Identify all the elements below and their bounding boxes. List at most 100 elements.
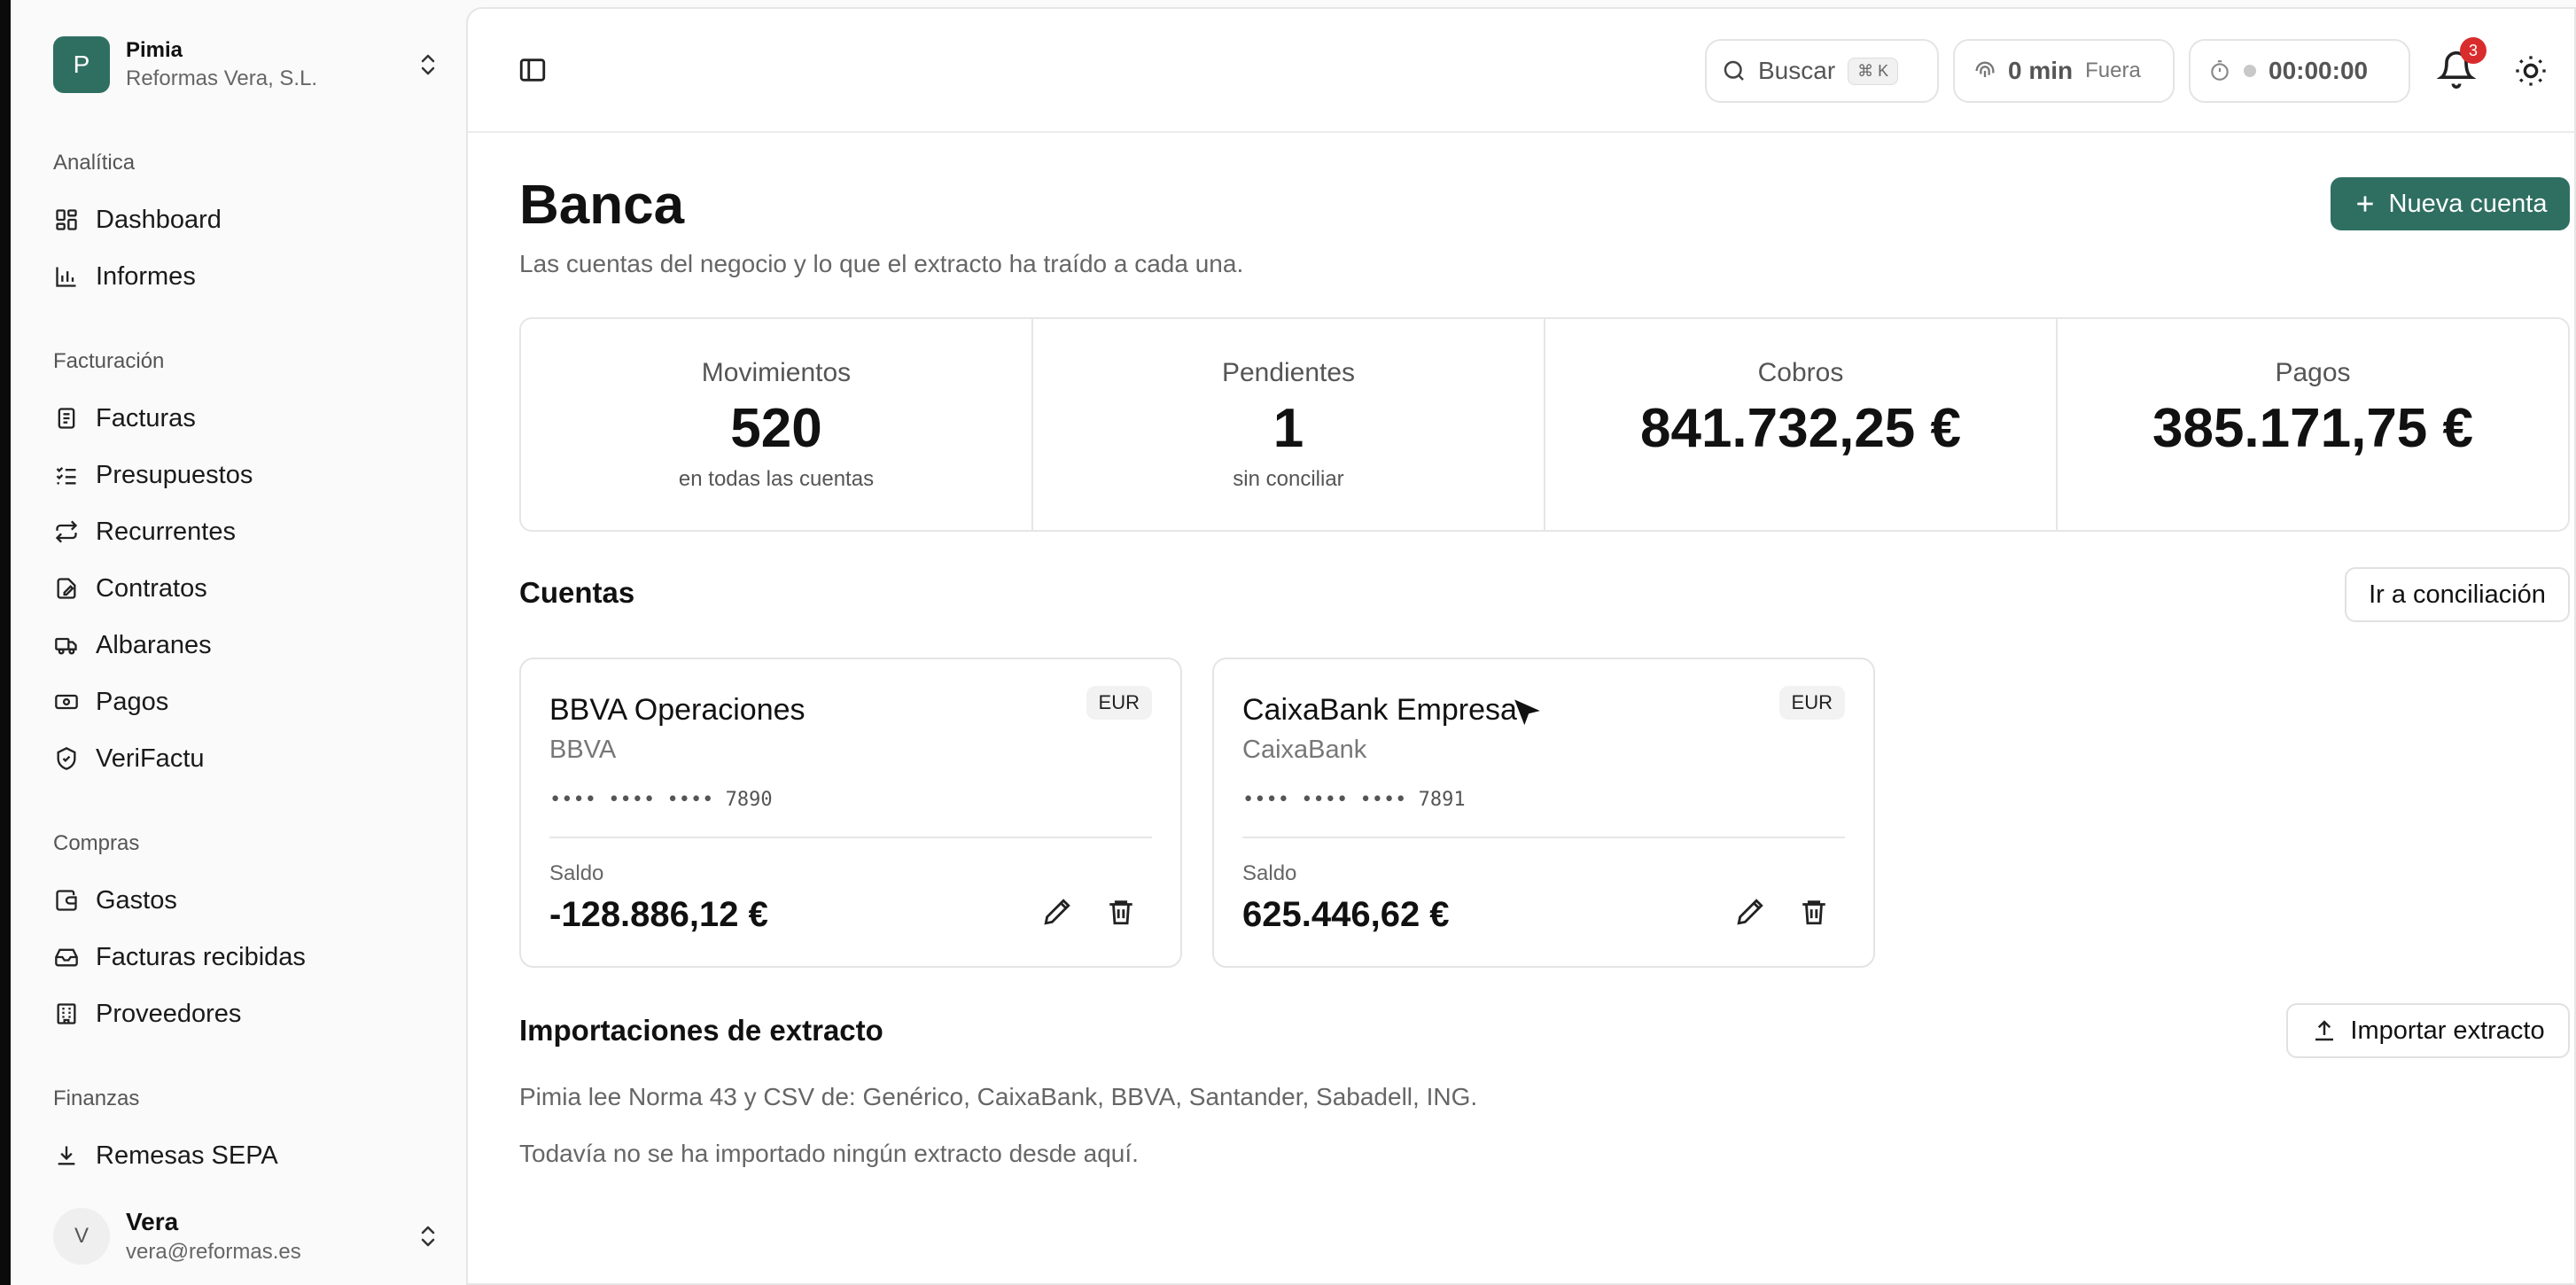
- imports-heading: Importaciones de extracto: [519, 1014, 883, 1047]
- stats-panel: Movimientos 520 en todas las cuentas Pen…: [519, 317, 2570, 532]
- notification-badge: 3: [2460, 37, 2487, 64]
- sidebar-item-presupuestos[interactable]: Presupuestos: [53, 452, 443, 498]
- stat-value: 520: [730, 397, 822, 459]
- stat-note: sin conciliar: [1233, 466, 1344, 491]
- building-icon: [53, 1001, 80, 1027]
- account-balance: -128.886,12 €: [549, 895, 768, 934]
- time-value: 0 min: [2008, 57, 2074, 84]
- search-icon: [1721, 58, 1747, 84]
- sidebar-item-label: Facturas recibidas: [96, 942, 306, 971]
- sidebar-item-remesas-sepa[interactable]: Remesas SEPA: [53, 1133, 443, 1179]
- pencil-icon[interactable]: [1042, 897, 1072, 927]
- sidebar-item-label: Presupuestos: [96, 460, 253, 489]
- page-subtitle: Las cuentas del negocio y lo que el extr…: [519, 250, 1244, 277]
- banknote-icon: [53, 689, 80, 715]
- trash-icon[interactable]: [1799, 897, 1829, 927]
- sidebar-item-label: Contratos: [96, 573, 207, 603]
- timer-status-dot: [2244, 65, 2256, 77]
- user-email: vera@reformas.es: [126, 1240, 301, 1264]
- sidebar-item-dashboard[interactable]: Dashboard: [53, 197, 443, 243]
- trash-icon[interactable]: [1106, 897, 1136, 927]
- dashboard-icon: [53, 206, 80, 233]
- page-title: Banca: [519, 175, 685, 236]
- sidebar-item-label: Proveedores: [96, 999, 242, 1028]
- topbar: Buscar ⌘ K 0 min Fuera 00:00:00 3: [468, 9, 2574, 133]
- sun-icon[interactable]: [2513, 53, 2549, 89]
- wallet-icon: [53, 887, 80, 914]
- org-company: Reformas Vera, S.L.: [126, 66, 318, 90]
- timer-value: 00:00:00: [2269, 57, 2369, 84]
- currency-badge: EUR: [1778, 686, 1845, 720]
- sidebar-item-verifactu[interactable]: VeriFactu: [53, 736, 443, 782]
- account-bank: CaixaBank: [1242, 736, 1367, 764]
- checklist-icon: [53, 462, 80, 488]
- sidebar: P Pimia Reformas Vera, S.L. Analítica Da…: [11, 0, 464, 1285]
- stat-label: Movimientos: [701, 357, 852, 387]
- plus-icon: [2354, 192, 2377, 215]
- user-name: Vera: [126, 1208, 179, 1235]
- sidebar-item-albaranes[interactable]: Albaranes: [53, 622, 443, 668]
- account-card-bbva[interactable]: BBVA Operaciones EUR BBVA •••• •••• ••••…: [519, 658, 1182, 968]
- sidebar-item-gastos[interactable]: Gastos: [53, 877, 443, 923]
- stat-pendientes: Pendientes 1 sin conciliar: [1033, 319, 1545, 530]
- divider: [1242, 837, 1845, 838]
- sidebar-toggle-icon[interactable]: [518, 55, 549, 87]
- account-balance: 625.446,62 €: [1242, 895, 1450, 934]
- sidebar-item-pagos[interactable]: Pagos: [53, 679, 443, 725]
- clock-in-button[interactable]: 0 min Fuera: [1953, 39, 2175, 103]
- sidebar-item-proveedores[interactable]: Proveedores: [53, 991, 443, 1037]
- invoice-icon: [53, 405, 80, 432]
- avatar: V: [53, 1208, 110, 1265]
- balance-label: Saldo: [549, 861, 604, 885]
- chart-icon: [53, 263, 80, 290]
- account-number: •••• •••• •••• 7890: [549, 789, 773, 811]
- stat-value: 841.732,25 €: [1639, 398, 1961, 459]
- timer-button[interactable]: 00:00:00: [2189, 39, 2410, 103]
- mouse-cursor-icon: [1508, 695, 1553, 739]
- pencil-icon[interactable]: [1735, 897, 1765, 927]
- sidebar-item-label: Albaranes: [96, 630, 212, 659]
- stopwatch-icon: [2208, 59, 2231, 82]
- main-panel: Buscar ⌘ K 0 min Fuera 00:00:00 3 Banca: [466, 7, 2576, 1285]
- app-window: P Pimia Reformas Vera, S.L. Analítica Da…: [11, 0, 2576, 1285]
- section-compras: Compras: [53, 831, 140, 855]
- fingerprint-icon: [1973, 58, 1997, 83]
- imports-empty-state: Todavía no se ha importado ningún extrac…: [519, 1140, 1139, 1167]
- sidebar-item-label: Gastos: [96, 885, 177, 915]
- download-icon: [53, 1142, 80, 1169]
- upload-icon: [2311, 1017, 2338, 1044]
- import-statement-button[interactable]: Importar extracto: [2286, 1003, 2570, 1058]
- sidebar-item-facturas[interactable]: Facturas: [53, 395, 443, 441]
- org-name: Pimia: [126, 38, 183, 62]
- chevrons-up-down-icon[interactable]: [413, 1219, 443, 1254]
- new-account-button[interactable]: Nueva cuenta: [2331, 177, 2570, 230]
- sidebar-item-recurrentes[interactable]: Recurrentes: [53, 509, 443, 555]
- shield-check-icon: [53, 745, 80, 772]
- repeat-icon: [53, 518, 80, 545]
- accounts-heading: Cuentas: [519, 576, 635, 609]
- reconcile-button[interactable]: Ir a conciliación: [2345, 567, 2570, 622]
- search-button[interactable]: Buscar ⌘ K: [1705, 39, 1939, 103]
- time-status: Fuera: [2085, 58, 2141, 82]
- balance-label: Saldo: [1242, 861, 1297, 885]
- org-logo: P: [53, 36, 110, 93]
- imports-info: Pimia lee Norma 43 y CSV de: Genérico, C…: [519, 1083, 1478, 1110]
- divider: [549, 837, 1152, 838]
- stat-value: 1: [1272, 397, 1304, 459]
- user-menu[interactable]: V Vera vera@reformas.es: [53, 1202, 443, 1271]
- stat-label: Pendientes: [1221, 357, 1356, 387]
- org-switcher[interactable]: P Pimia Reformas Vera, S.L.: [53, 35, 443, 94]
- inbox-icon: [53, 944, 80, 970]
- sidebar-item-informes[interactable]: Informes: [53, 253, 443, 300]
- sidebar-item-contratos[interactable]: Contratos: [53, 565, 443, 611]
- chevrons-up-down-icon[interactable]: [413, 47, 443, 82]
- account-name: CaixaBank Empresa: [1242, 693, 1517, 727]
- stat-label: Cobros: [1757, 358, 1844, 387]
- stat-label: Pagos: [2275, 358, 2351, 387]
- sidebar-item-label: Facturas: [96, 403, 196, 432]
- sidebar-item-facturas-recibidas[interactable]: Facturas recibidas: [53, 934, 443, 980]
- sidebar-item-label: VeriFactu: [96, 744, 205, 773]
- sidebar-item-label: Recurrentes: [96, 517, 236, 546]
- stat-note: en todas las cuentas: [678, 466, 875, 491]
- contract-icon: [53, 575, 80, 602]
